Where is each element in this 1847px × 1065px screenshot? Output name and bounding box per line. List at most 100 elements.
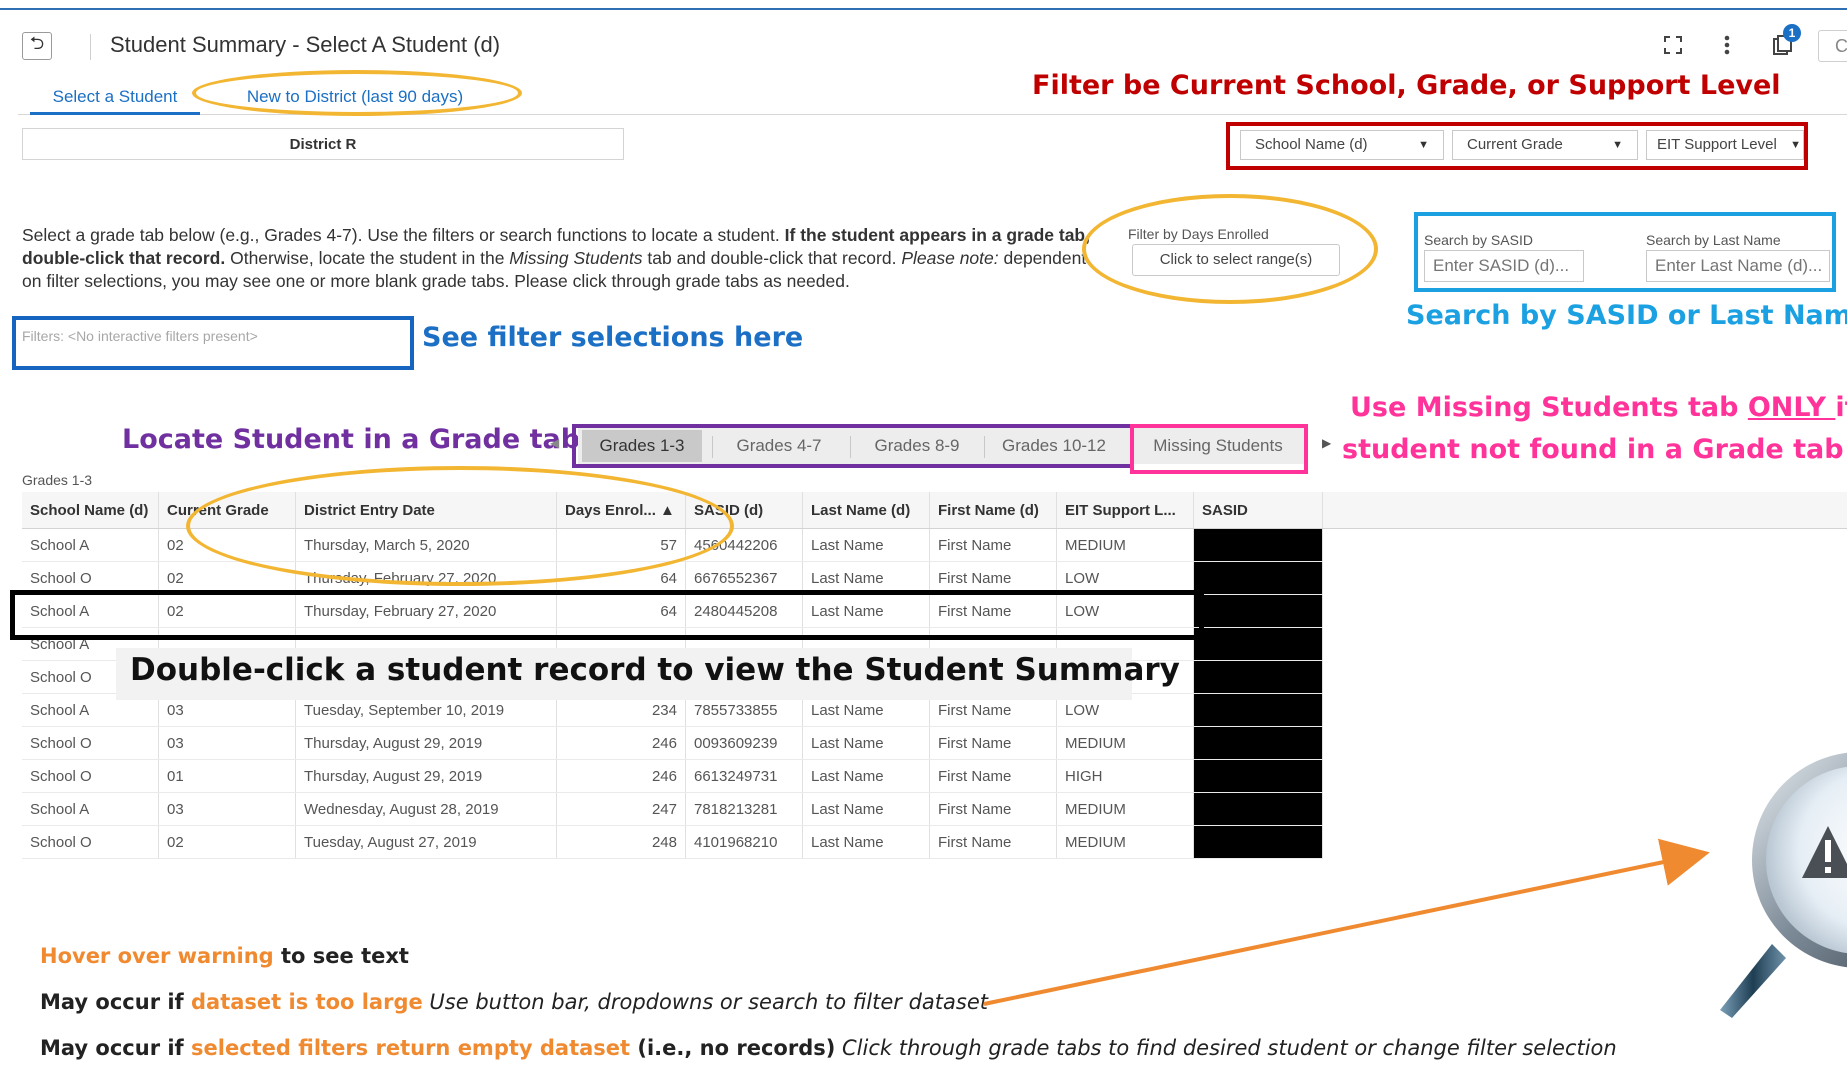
col-sasid[interactable]: SASID xyxy=(1193,492,1323,529)
annotation-grade-tabs-box xyxy=(572,424,1134,468)
search-sasid-input[interactable] xyxy=(1424,250,1584,282)
annotation-filter-note: Filter be Current School, Grade, or Supp… xyxy=(1032,70,1781,101)
page-title: Student Summary - Select A Student (d) xyxy=(110,32,501,57)
annotation-arrow xyxy=(983,838,1710,1006)
instructions-part: tab and double-click that record. xyxy=(642,248,902,268)
eit-cell: MEDIUM xyxy=(1056,528,1194,562)
col-last-name[interactable]: Last Name (d) xyxy=(802,492,930,529)
top-cut-banner xyxy=(0,0,1847,10)
table-row[interactable]: School A 03 Wednesday, August 28, 2019 247 7… xyxy=(22,792,1323,826)
filters-summary: Filters: <No interactive filters present… xyxy=(22,328,258,344)
annotation-missing-tab-box xyxy=(1130,424,1308,474)
fullscreen-icon xyxy=(1664,36,1682,54)
school-cell: School O xyxy=(22,726,159,760)
col-eit-support[interactable]: EIT Support L... xyxy=(1056,492,1194,529)
title-separator xyxy=(90,34,91,60)
days-range-button[interactable]: Click to select range(s) xyxy=(1132,244,1340,276)
eit-cell: HIGH xyxy=(1056,759,1194,793)
note-dataset-large: May occur if dataset is too large Use bu… xyxy=(40,990,988,1014)
note-text: May occur if xyxy=(40,1036,192,1060)
last-name-cell: Last Name xyxy=(802,825,930,859)
sasid-cell xyxy=(1193,627,1323,661)
annotation-part: Use Missing Students tab xyxy=(1350,392,1748,423)
scroll-left-icon[interactable]: ◀ xyxy=(550,436,559,450)
annotation-underline: ONLY xyxy=(1747,392,1836,423)
entry-date-cell: Wednesday, August 28, 2019 xyxy=(295,792,557,826)
last-name-cell: Last Name xyxy=(802,792,930,826)
table-header-filler xyxy=(1313,492,1847,529)
annotation-search-note: Search by SASID or Last Name xyxy=(1406,300,1847,331)
days-filter-label: Filter by Days Enrolled xyxy=(1128,226,1269,242)
last-name-cell: Last Name xyxy=(802,759,930,793)
dropdown-label: EIT Support Level xyxy=(1657,136,1777,153)
search-lastname-input[interactable] xyxy=(1646,250,1830,282)
sasid-d-cell: 4101968210 xyxy=(685,825,803,859)
instructions-text: Select a grade tab below (e.g., Grades 4… xyxy=(22,224,1102,293)
tab-select-a-student[interactable]: Select a Student xyxy=(30,82,200,115)
sasid-cell xyxy=(1193,594,1323,628)
annotation-filter-selections-note: See filter selections here xyxy=(422,322,804,353)
eit-support-dropdown[interactable]: EIT Support Level ▼ xyxy=(1646,130,1804,160)
dropdown-label: Current Grade xyxy=(1467,136,1563,153)
school-cell: School A xyxy=(22,528,159,562)
col-first-name[interactable]: First Name (d) xyxy=(929,492,1057,529)
last-name-cell: Last Name xyxy=(802,528,930,562)
cut-off-button[interactable]: C xyxy=(1818,30,1847,62)
eit-cell: MEDIUM xyxy=(1056,792,1194,826)
note-italic: Use button bar, dropdowns or search to f… xyxy=(422,990,989,1014)
chevron-down-icon: ▼ xyxy=(1790,139,1801,151)
sasid-d-cell: 7818213281 xyxy=(685,792,803,826)
school-cell: School A xyxy=(22,792,159,826)
dropdown-label: School Name (d) xyxy=(1255,136,1368,153)
table-row[interactable]: School O 03 Thursday, August 29, 2019 246 00… xyxy=(22,726,1323,760)
note-text: (i.e., no records) xyxy=(630,1036,836,1060)
back-button[interactable]: ⮌ xyxy=(22,32,52,60)
col-school-name[interactable]: School Name (d) xyxy=(22,492,159,529)
note-empty-dataset: May occur if selected filters return emp… xyxy=(40,1036,1617,1060)
back-icon: ⮌ xyxy=(29,33,45,53)
annotation-missing-note-line2: student not found in a Grade tab xyxy=(1342,434,1844,465)
notification-badge: 1 xyxy=(1783,24,1801,42)
sasid-cell xyxy=(1193,792,1323,826)
district-selector[interactable]: District R xyxy=(22,128,624,160)
table-row[interactable]: School O 01 Thursday, August 29, 2019 246 66… xyxy=(22,759,1323,793)
search-sasid-label: Search by SASID xyxy=(1424,232,1533,248)
annotation-part: if xyxy=(1835,392,1847,423)
first-name-cell: First Name xyxy=(929,528,1057,562)
sasid-cell xyxy=(1193,726,1323,760)
days-cell: 247 xyxy=(556,792,686,826)
scroll-right-icon[interactable]: ▶ xyxy=(1322,436,1331,450)
instructions-italic: Missing Students xyxy=(509,248,643,268)
annotation-locate-note: Locate Student in a Grade tab xyxy=(122,424,581,455)
current-grade-dropdown[interactable]: Current Grade ▼ xyxy=(1452,130,1638,160)
entry-date-cell: Thursday, August 29, 2019 xyxy=(295,759,557,793)
note-italic: Click through grade tabs to find desired… xyxy=(835,1036,1617,1060)
note-text: to see text xyxy=(273,944,409,968)
instructions-part: Select a grade tab below (e.g., Grades 4… xyxy=(22,225,785,245)
school-name-dropdown[interactable]: School Name (d) ▼ xyxy=(1240,130,1444,160)
instructions-italic: Please note: xyxy=(901,248,999,268)
grade-cell: 03 xyxy=(158,792,296,826)
annotation-double-click-note: Double-click a student record to view th… xyxy=(130,652,1180,688)
annotation-missing-note-line1: Use Missing Students tab ONLY if xyxy=(1350,392,1847,423)
days-cell: 248 xyxy=(556,825,686,859)
fullscreen-button[interactable] xyxy=(1658,30,1688,60)
days-cell: 246 xyxy=(556,726,686,760)
last-name-cell: Last Name xyxy=(802,726,930,760)
grade-table-label: Grades 1-3 xyxy=(22,472,93,488)
first-name-cell: First Name xyxy=(929,759,1057,793)
sasid-d-cell: 0093609239 xyxy=(685,726,803,760)
annotation-row-box xyxy=(10,590,1204,640)
sasid-cell xyxy=(1193,759,1323,793)
more-options-button[interactable] xyxy=(1712,30,1742,60)
sasid-cell xyxy=(1193,693,1323,727)
chevron-down-icon: ▼ xyxy=(1418,139,1429,151)
first-name-cell: First Name xyxy=(929,726,1057,760)
eit-cell: MEDIUM xyxy=(1056,726,1194,760)
magnifier-icon xyxy=(1720,752,1847,1018)
entry-date-cell: Thursday, August 29, 2019 xyxy=(295,726,557,760)
sasid-d-cell: 6613249731 xyxy=(685,759,803,793)
grade-cell: 03 xyxy=(158,726,296,760)
note-hover-warning: Hover over warning to see text xyxy=(40,944,409,968)
note-highlight: dataset is too large xyxy=(191,990,423,1014)
